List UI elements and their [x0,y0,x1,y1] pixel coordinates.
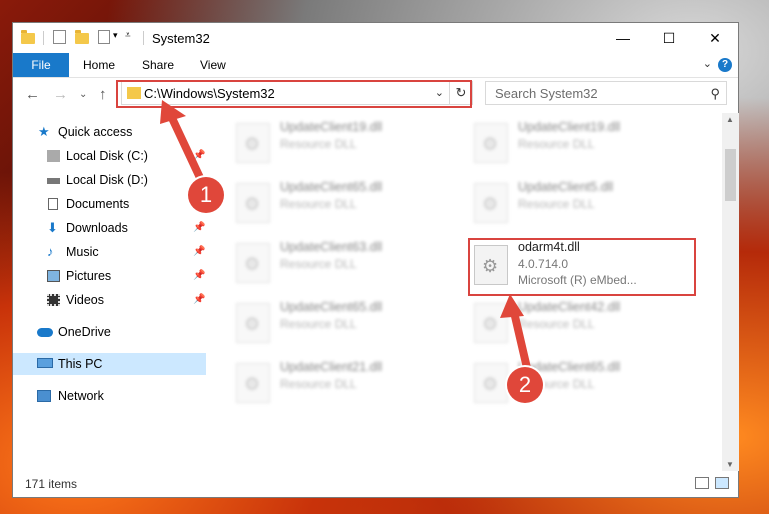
arrow-2-head [500,294,524,318]
step-1-badge: 1 [188,177,224,213]
arrow-2-shaft [510,308,531,372]
step-2-badge: 2 [507,367,543,403]
annotation-arrows [160,100,531,372]
arrow-1-shaft [168,114,206,186]
